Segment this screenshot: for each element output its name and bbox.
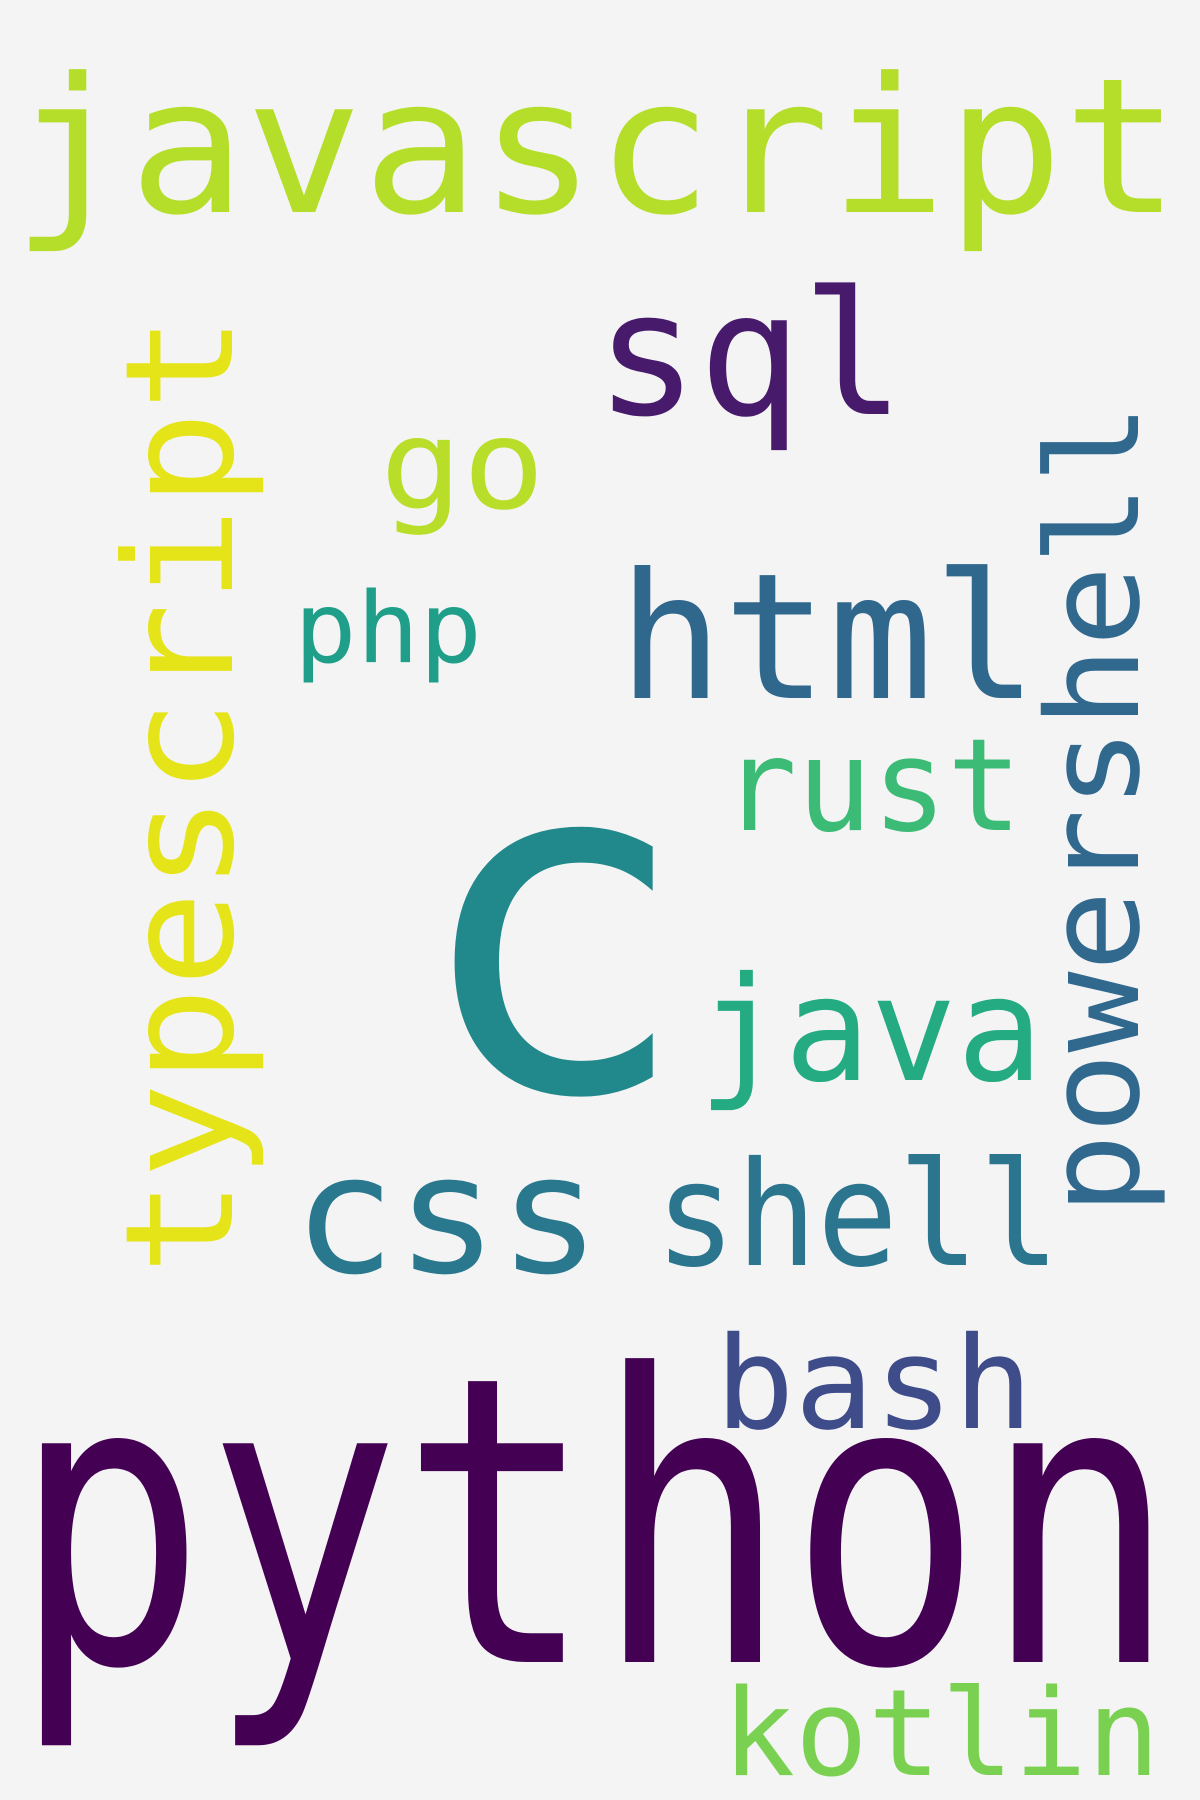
word-java: java: [698, 946, 1043, 1115]
word-bash: bash: [715, 1310, 1033, 1459]
word-shell: shell: [655, 1131, 1060, 1300]
word-go: go: [380, 393, 545, 538]
word-php: php: [294, 572, 482, 686]
word-rust: rust: [722, 712, 1022, 861]
word-javascript: javascript: [12, 38, 1180, 257]
word-sql: sql: [595, 254, 905, 455]
word-kotlin: kotlin: [722, 1665, 1160, 1800]
word-html: html: [618, 537, 1038, 740]
word-css: css: [293, 1119, 601, 1311]
word-typescript: typescript: [94, 315, 268, 1275]
word-cloud: python c javascript typescript html powe…: [0, 0, 1200, 1800]
